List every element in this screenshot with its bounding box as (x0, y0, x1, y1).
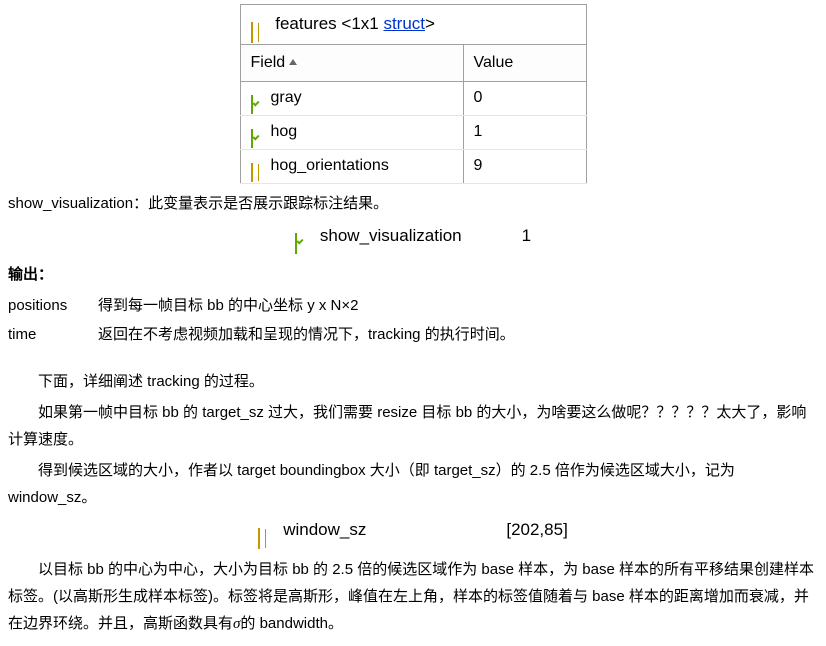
var-name: window_sz (283, 515, 366, 546)
field-name: gray (271, 89, 302, 106)
outputs-heading: 输出： (8, 261, 818, 288)
var-value: 1 (522, 221, 531, 252)
output-row: time 返回在不考虑视频加载和呈现的情况下，tracking 的执行时间。 (8, 321, 818, 348)
output-desc: 得到每一帧目标 bb 的中心坐标 y x N×2 (98, 292, 818, 319)
window-sz-var: window_sz [202,85] (8, 515, 818, 546)
field-value: 0 (474, 89, 483, 106)
field-column-label: Field (251, 54, 286, 71)
logical-icon (251, 125, 267, 139)
struct-icon (251, 159, 267, 173)
output-row: positions 得到每一帧目标 bb 的中心坐标 y x N×2 (8, 292, 818, 319)
table-row[interactable]: hog 1 (240, 116, 586, 150)
struct-icon (258, 524, 274, 538)
table-row[interactable]: gray 0 (240, 82, 586, 116)
sort-ascending-icon (289, 59, 297, 65)
field-name: hog (271, 123, 298, 140)
value-column-label: Value (474, 54, 514, 71)
show-visualization-text: show_visualization：此变量表示是否展示跟踪标注结果。 (8, 190, 818, 217)
features-struct-table: features <1x1 struct> Field Value gray 0… (240, 4, 587, 184)
paragraph: 以目标 bb 的中心为中心，大小为目标 bb 的 2.5 倍的候选区域作为 ba… (8, 556, 818, 638)
table-row[interactable]: hog_orientations 9 (240, 149, 586, 183)
paragraph-text: 的 bandwidth。 (240, 615, 343, 632)
features-title-cell: features <1x1 struct> (240, 5, 586, 45)
features-title-pre: features (275, 14, 341, 33)
struct-icon (251, 18, 267, 32)
var-value: [202,85] (506, 515, 567, 546)
field-value: 1 (474, 123, 483, 140)
paragraph-text: 以目标 bb 的中心为中心，大小为目标 bb 的 2.5 倍的候选区域作为 ba… (8, 561, 814, 632)
features-header-row: Field Value (240, 44, 586, 82)
output-desc: 返回在不考虑视频加载和呈现的情况下，tracking 的执行时间。 (98, 321, 818, 348)
output-label: time (8, 321, 98, 348)
value-column-header[interactable]: Value (463, 44, 586, 82)
field-value: 9 (474, 157, 483, 174)
logical-icon (251, 91, 267, 105)
paragraph: 得到候选区域的大小，作者以 target boundingbox 大小（即 ta… (8, 457, 818, 511)
var-name: show_visualization (320, 221, 462, 252)
features-title-size: <1x1 (341, 14, 383, 33)
features-title-post: > (425, 14, 435, 33)
output-label: positions (8, 292, 98, 319)
paragraph: 如果第一帧中目标 bb 的 target_sz 过大，我们需要 resize 目… (8, 399, 818, 453)
field-column-header[interactable]: Field (240, 44, 463, 82)
struct-type-link[interactable]: struct (383, 14, 425, 33)
paragraph: 下面，详细阐述 tracking 的过程。 (8, 368, 818, 395)
logical-icon (295, 229, 311, 243)
show-visualization-var: show_visualization 1 (8, 221, 818, 252)
field-name: hog_orientations (271, 157, 389, 174)
